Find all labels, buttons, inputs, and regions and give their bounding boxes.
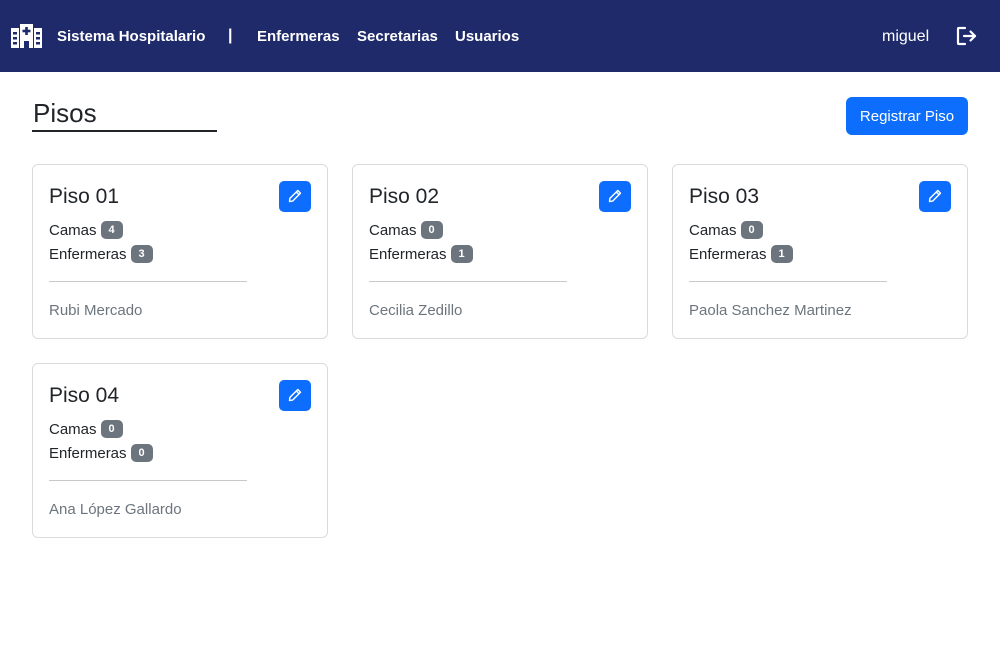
nurse-name: Paola Sanchez Martinez — [689, 302, 852, 319]
floor-card: Piso 01 Camas 4 Enfermeras 3 Rubi Mercad… — [32, 164, 328, 339]
register-floor-button[interactable]: Registrar Piso — [846, 97, 968, 135]
enfermeras-badge: 1 — [450, 245, 473, 263]
card-divider — [49, 281, 247, 282]
title-underline — [32, 130, 217, 132]
enfermeras-label: Enfermeras — [689, 245, 767, 263]
pencil-icon — [288, 388, 302, 402]
camas-badge: 4 — [100, 221, 123, 239]
floor-title: Piso 01 — [49, 185, 120, 208]
nav-link-secretarias[interactable]: Secretarias — [357, 28, 438, 45]
current-user: miguel — [882, 28, 930, 45]
enfermeras-badge: 3 — [130, 245, 153, 263]
nav-link-usuarios[interactable]: Usuarios — [455, 28, 519, 45]
hospital-icon[interactable] — [11, 24, 42, 48]
edit-floor-button[interactable] — [919, 181, 951, 212]
floor-card: Piso 02 Camas 0 Enfermeras 1 Cecilia Zed… — [352, 164, 648, 339]
card-divider — [689, 281, 887, 282]
camas-label: Camas — [49, 420, 97, 438]
camas-badge: 0 — [740, 221, 763, 239]
enfermeras-label: Enfermeras — [49, 444, 127, 462]
nurse-name: Cecilia Zedillo — [369, 302, 463, 319]
floor-card: Piso 04 Camas 0 Enfermeras 0 Ana López G… — [32, 363, 328, 538]
edit-floor-button[interactable] — [279, 181, 311, 212]
brand-separator: | — [228, 27, 233, 44]
top-navbar: Sistema Hospitalario | Enfermeras Secret… — [0, 0, 1000, 72]
camas-label: Camas — [49, 221, 97, 239]
card-divider — [369, 281, 567, 282]
enfermeras-label: Enfermeras — [369, 245, 447, 263]
camas-badge: 0 — [420, 221, 443, 239]
camas-label: Camas — [369, 221, 417, 239]
floor-card: Piso 03 Camas 0 Enfermeras 1 Paola Sanch… — [672, 164, 968, 339]
page-title: Pisos — [33, 98, 97, 128]
brand-title[interactable]: Sistema Hospitalario — [57, 28, 205, 45]
nurse-name: Ana López Gallardo — [49, 501, 182, 518]
pencil-icon — [288, 189, 302, 203]
edit-floor-button[interactable] — [599, 181, 631, 212]
camas-label: Camas — [689, 221, 737, 239]
floor-title: Piso 02 — [369, 185, 440, 208]
pencil-icon — [928, 189, 942, 203]
nav-link-enfermeras[interactable]: Enfermeras — [257, 28, 340, 45]
edit-floor-button[interactable] — [279, 380, 311, 411]
card-divider — [49, 480, 247, 481]
logout-icon[interactable] — [956, 26, 978, 46]
floor-title: Piso 04 — [49, 384, 120, 407]
camas-badge: 0 — [100, 420, 123, 438]
floor-title: Piso 03 — [689, 185, 760, 208]
enfermeras-badge: 0 — [130, 444, 153, 462]
nurse-name: Rubi Mercado — [49, 302, 143, 319]
enfermeras-badge: 1 — [770, 245, 793, 263]
enfermeras-label: Enfermeras — [49, 245, 127, 263]
pencil-icon — [608, 189, 622, 203]
